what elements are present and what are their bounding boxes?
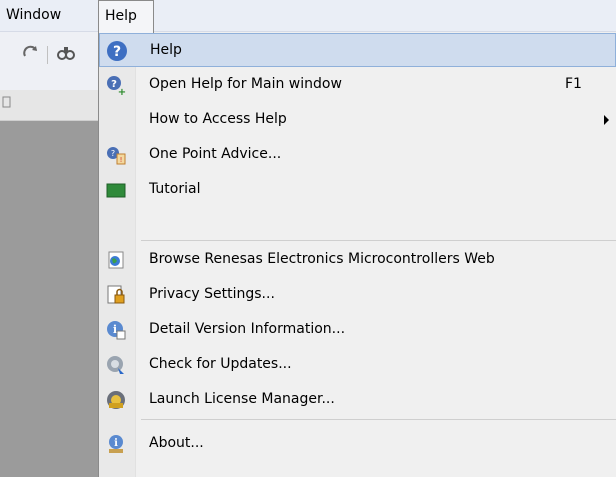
toolbar-separator <box>47 46 48 64</box>
menu-item-license-manager[interactable]: Launch License Manager... <box>99 383 616 417</box>
menu-item-label: About... <box>149 435 204 451</box>
help-question-icon: ? <box>106 40 128 62</box>
menu-item-label: One Point Advice... <box>149 146 282 162</box>
menu-separator <box>141 240 616 241</box>
license-manager-icon <box>105 389 127 411</box>
find-icon[interactable] <box>56 44 76 66</box>
svg-text:+: + <box>118 87 126 96</box>
help-dropdown-menu: ? Help ? + Open Help for Main window F1 H… <box>98 32 616 477</box>
privacy-icon <box>105 284 127 306</box>
menu-item-how-to-access-help[interactable]: How to Access Help <box>99 103 616 137</box>
redo-icon[interactable] <box>22 44 40 64</box>
menu-item-label: How to Access Help <box>149 111 287 127</box>
menu-item-label: Help <box>150 42 182 58</box>
menu-item-browse-web[interactable]: Browse Renesas Electronics Microcontroll… <box>99 243 616 277</box>
menu-bar: Window Help <box>0 0 616 33</box>
help-plus-icon: ? + <box>105 74 127 98</box>
menu-item-one-point-advice[interactable]: ?! One Point Advice... <box>99 138 616 172</box>
menu-item-detail-version[interactable]: i Detail Version Information... <box>99 313 616 347</box>
web-browser-icon <box>105 249 127 271</box>
menu-item-label: Open Help for Main window <box>149 76 342 92</box>
check-updates-icon <box>105 354 127 376</box>
menu-window[interactable]: Window <box>0 0 98 32</box>
svg-text:?: ? <box>111 79 117 90</box>
menu-item-shortcut: F1 <box>565 76 582 92</box>
menu-item-label: Check for Updates... <box>149 356 292 372</box>
menu-item-label: Browse Renesas Electronics Microcontroll… <box>149 251 495 267</box>
svg-text:i: i <box>113 323 117 336</box>
menu-help[interactable]: Help <box>98 0 154 33</box>
toolbar <box>0 32 98 90</box>
panel-icon <box>2 96 12 111</box>
menu-item-about[interactable]: i About... <box>99 427 616 461</box>
svg-text:!: ! <box>120 156 123 164</box>
menu-item-tutorial[interactable]: Tutorial <box>99 173 616 207</box>
tutorial-icon <box>105 179 127 201</box>
menu-item-label: Tutorial <box>149 181 201 197</box>
menu-separator <box>141 419 616 420</box>
submenu-arrow-icon <box>604 115 609 125</box>
menu-item-label: Detail Version Information... <box>149 321 346 337</box>
menu-item-help[interactable]: ? Help <box>99 33 616 67</box>
menu-item-label: Launch License Manager... <box>149 391 335 407</box>
svg-text:?: ? <box>113 44 121 60</box>
about-icon: i <box>105 433 127 455</box>
svg-text:?: ? <box>111 149 115 158</box>
panel-tab-strip <box>0 90 98 121</box>
one-point-advice-icon: ?! <box>105 144 127 166</box>
menu-item-privacy-settings[interactable]: Privacy Settings... <box>99 278 616 312</box>
version-info-icon: i <box>105 319 127 341</box>
menu-item-label: Privacy Settings... <box>149 286 275 302</box>
svg-text:i: i <box>114 438 118 449</box>
menu-item-open-help[interactable]: ? + Open Help for Main window F1 <box>99 68 616 102</box>
menu-item-check-updates[interactable]: Check for Updates... <box>99 348 616 382</box>
